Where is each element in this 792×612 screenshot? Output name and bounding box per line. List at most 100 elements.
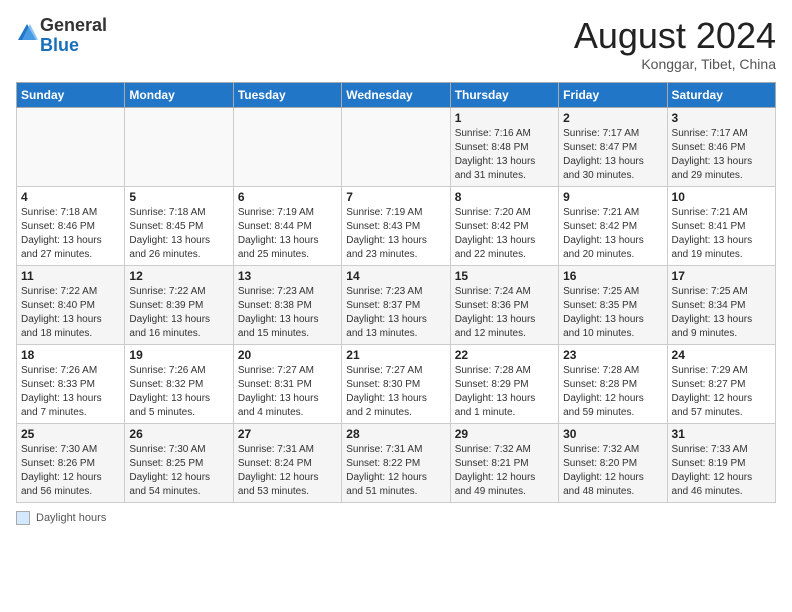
calendar-cell: 16 Sunrise: 7:25 AM Sunset: 8:35 PM Dayli… — [559, 265, 667, 344]
weekday-header: Sunday — [17, 82, 125, 107]
calendar-cell — [125, 107, 233, 186]
day-detail: Sunrise: 7:33 AM Sunset: 8:19 PM Dayligh… — [672, 443, 771, 499]
calendar-cell — [17, 107, 125, 186]
calendar-cell: 18Sunrise: 7:26 AM Sunset: 8:33 PM Dayli… — [17, 344, 125, 423]
day-number: 22 — [455, 348, 554, 362]
day-number: 27 — [238, 427, 337, 441]
calendar-cell: 13Sunrise: 7:23 AM Sunset: 8:38 PM Dayli… — [233, 265, 341, 344]
day-number: 24 — [672, 348, 771, 362]
calendar-cell: 28 Sunrise: 7:31 AM Sunset: 8:22 PM Dayli… — [342, 423, 450, 502]
logo-text: General Blue — [40, 16, 107, 56]
day-number: 31 — [672, 427, 771, 441]
day-detail: Sunrise: 7:21 AM Sunset: 8:42 PM Dayligh… — [563, 206, 662, 262]
day-number: 3 — [672, 111, 771, 125]
weekday-header: Thursday — [450, 82, 558, 107]
calendar-header-row: SundayMondayTuesdayWednesdayThursdayFrid… — [17, 82, 776, 107]
day-number: 7 — [346, 190, 445, 204]
day-detail: Sunrise: 7:31 AM Sunset: 8:24 PM Dayligh… — [238, 443, 337, 499]
day-detail: Sunrise: 7:17 AM Sunset: 8:46 PM Dayligh… — [672, 127, 771, 183]
day-number: 30 — [563, 427, 662, 441]
location: Konggar, Tibet, China — [574, 56, 776, 72]
logo: General Blue — [16, 16, 107, 56]
day-detail: Sunrise: 7:28 AM Sunset: 8:28 PM Dayligh… — [563, 364, 662, 420]
day-detail: Sunrise: 7:29 AM Sunset: 8:27 PM Dayligh… — [672, 364, 771, 420]
calendar-cell — [233, 107, 341, 186]
day-detail: Sunrise: 7:18 AM Sunset: 8:46 PM Dayligh… — [21, 206, 120, 262]
day-number: 23 — [563, 348, 662, 362]
day-detail: Sunrise: 7:28 AM Sunset: 8:29 PM Dayligh… — [455, 364, 554, 420]
day-number: 1 — [455, 111, 554, 125]
logo-general: General — [40, 15, 107, 35]
page-header: General Blue August 2024 Konggar, Tibet,… — [16, 16, 776, 72]
day-detail: Sunrise: 7:30 AM Sunset: 8:25 PM Dayligh… — [129, 443, 228, 499]
month-year: August 2024 — [574, 16, 776, 56]
calendar-cell: 25Sunrise: 7:30 AM Sunset: 8:26 PM Dayli… — [17, 423, 125, 502]
day-number: 25 — [21, 427, 120, 441]
weekday-header: Tuesday — [233, 82, 341, 107]
day-number: 26 — [129, 427, 228, 441]
calendar-cell: 3 Sunrise: 7:17 AM Sunset: 8:46 PM Daylig… — [667, 107, 775, 186]
calendar-cell: 1Sunrise: 7:16 AM Sunset: 8:48 PM Daylig… — [450, 107, 558, 186]
calendar-cell: 27 Sunrise: 7:31 AM Sunset: 8:24 PM Dayli… — [233, 423, 341, 502]
calendar-cell: 20Sunrise: 7:27 AM Sunset: 8:31 PM Dayli… — [233, 344, 341, 423]
day-detail: Sunrise: 7:19 AM Sunset: 8:43 PM Dayligh… — [346, 206, 445, 262]
day-number: 19 — [129, 348, 228, 362]
calendar-table: SundayMondayTuesdayWednesdayThursdayFrid… — [16, 82, 776, 503]
logo-icon — [16, 22, 38, 44]
day-detail: Sunrise: 7:32 AM Sunset: 8:21 PM Dayligh… — [455, 443, 554, 499]
day-detail: Sunrise: 7:22 AM Sunset: 8:39 PM Dayligh… — [129, 285, 228, 341]
title-block: August 2024 Konggar, Tibet, China — [574, 16, 776, 72]
calendar-week-row: 25Sunrise: 7:30 AM Sunset: 8:26 PM Dayli… — [17, 423, 776, 502]
day-number: 17 — [672, 269, 771, 283]
calendar-cell: 30 Sunrise: 7:32 AM Sunset: 8:20 PM Dayli… — [559, 423, 667, 502]
calendar-cell: 11 Sunrise: 7:22 AM Sunset: 8:40 PM Dayli… — [17, 265, 125, 344]
day-number: 2 — [563, 111, 662, 125]
calendar-week-row: 4 Sunrise: 7:18 AM Sunset: 8:46 PM Daylig… — [17, 186, 776, 265]
day-number: 16 — [563, 269, 662, 283]
calendar-week-row: 11 Sunrise: 7:22 AM Sunset: 8:40 PM Dayli… — [17, 265, 776, 344]
calendar-cell: 22 Sunrise: 7:28 AM Sunset: 8:29 PM Dayli… — [450, 344, 558, 423]
calendar-cell: 6Sunrise: 7:19 AM Sunset: 8:44 PM Daylig… — [233, 186, 341, 265]
calendar-cell: 15 Sunrise: 7:24 AM Sunset: 8:36 PM Dayli… — [450, 265, 558, 344]
calendar-cell: 14 Sunrise: 7:23 AM Sunset: 8:37 PM Dayli… — [342, 265, 450, 344]
day-detail: Sunrise: 7:27 AM Sunset: 8:30 PM Dayligh… — [346, 364, 445, 420]
calendar-cell: 8 Sunrise: 7:20 AM Sunset: 8:42 PM Daylig… — [450, 186, 558, 265]
day-detail: Sunrise: 7:21 AM Sunset: 8:41 PM Dayligh… — [672, 206, 771, 262]
calendar-cell: 10Sunrise: 7:21 AM Sunset: 8:41 PM Dayli… — [667, 186, 775, 265]
day-number: 28 — [346, 427, 445, 441]
calendar-cell: 7 Sunrise: 7:19 AM Sunset: 8:43 PM Daylig… — [342, 186, 450, 265]
day-number: 8 — [455, 190, 554, 204]
day-detail: Sunrise: 7:22 AM Sunset: 8:40 PM Dayligh… — [21, 285, 120, 341]
day-detail: Sunrise: 7:31 AM Sunset: 8:22 PM Dayligh… — [346, 443, 445, 499]
calendar-cell: 23 Sunrise: 7:28 AM Sunset: 8:28 PM Dayli… — [559, 344, 667, 423]
day-number: 14 — [346, 269, 445, 283]
day-detail: Sunrise: 7:23 AM Sunset: 8:37 PM Dayligh… — [346, 285, 445, 341]
calendar-cell: 29 Sunrise: 7:32 AM Sunset: 8:21 PM Dayli… — [450, 423, 558, 502]
calendar-cell: 17 Sunrise: 7:25 AM Sunset: 8:34 PM Dayli… — [667, 265, 775, 344]
day-detail: Sunrise: 7:24 AM Sunset: 8:36 PM Dayligh… — [455, 285, 554, 341]
day-detail: Sunrise: 7:20 AM Sunset: 8:42 PM Dayligh… — [455, 206, 554, 262]
day-number: 4 — [21, 190, 120, 204]
calendar-cell: 5Sunrise: 7:18 AM Sunset: 8:45 PM Daylig… — [125, 186, 233, 265]
legend-label: Daylight hours — [36, 512, 106, 524]
calendar-cell: 2Sunrise: 7:17 AM Sunset: 8:47 PM Daylig… — [559, 107, 667, 186]
day-number: 9 — [563, 190, 662, 204]
legend-box — [16, 511, 30, 525]
day-detail: Sunrise: 7:26 AM Sunset: 8:32 PM Dayligh… — [129, 364, 228, 420]
day-detail: Sunrise: 7:25 AM Sunset: 8:35 PM Dayligh… — [563, 285, 662, 341]
legend: Daylight hours — [16, 511, 776, 525]
calendar-cell: 26 Sunrise: 7:30 AM Sunset: 8:25 PM Dayli… — [125, 423, 233, 502]
calendar-week-row: 18Sunrise: 7:26 AM Sunset: 8:33 PM Dayli… — [17, 344, 776, 423]
day-detail: Sunrise: 7:18 AM Sunset: 8:45 PM Dayligh… — [129, 206, 228, 262]
weekday-header: Saturday — [667, 82, 775, 107]
day-number: 15 — [455, 269, 554, 283]
calendar-week-row: 1Sunrise: 7:16 AM Sunset: 8:48 PM Daylig… — [17, 107, 776, 186]
calendar-cell — [342, 107, 450, 186]
day-number: 29 — [455, 427, 554, 441]
day-detail: Sunrise: 7:19 AM Sunset: 8:44 PM Dayligh… — [238, 206, 337, 262]
day-detail: Sunrise: 7:25 AM Sunset: 8:34 PM Dayligh… — [672, 285, 771, 341]
day-detail: Sunrise: 7:32 AM Sunset: 8:20 PM Dayligh… — [563, 443, 662, 499]
day-number: 11 — [21, 269, 120, 283]
weekday-header: Wednesday — [342, 82, 450, 107]
day-number: 18 — [21, 348, 120, 362]
